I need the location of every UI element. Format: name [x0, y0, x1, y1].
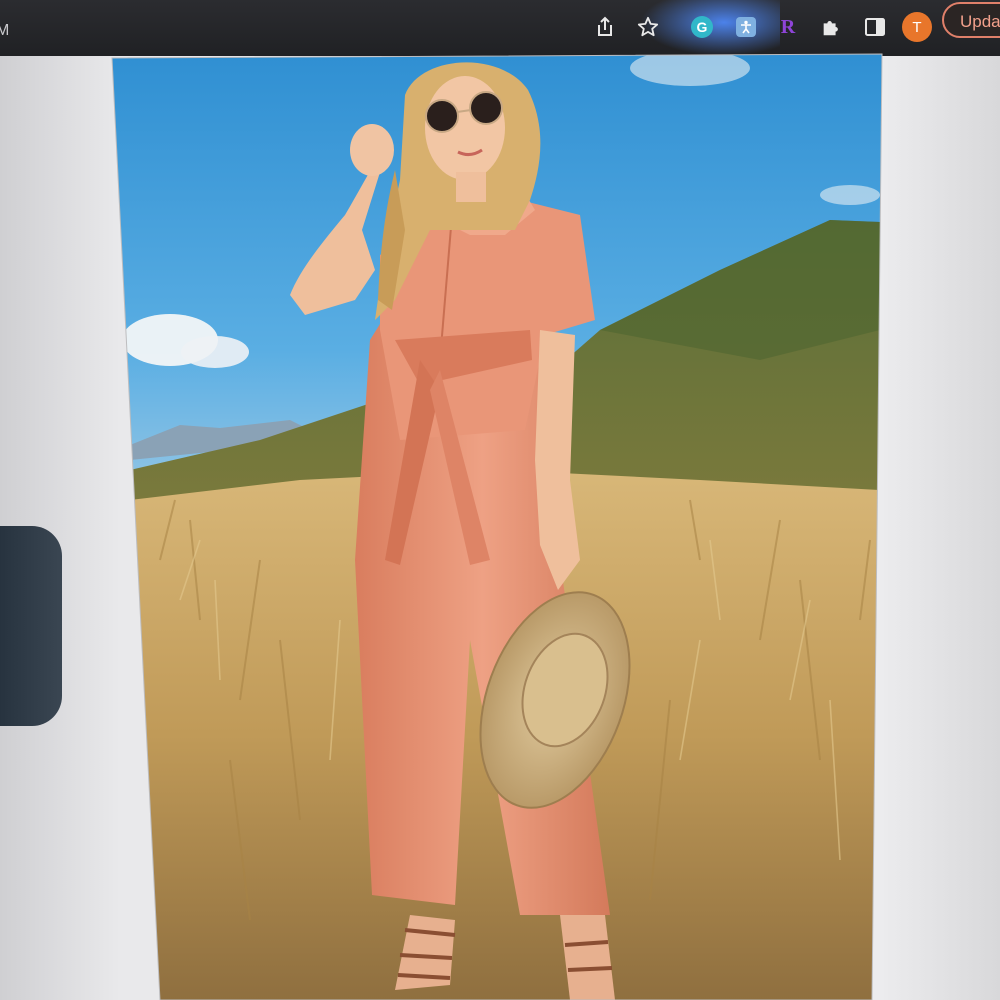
product-image[interactable] [0, 0, 1000, 1000]
